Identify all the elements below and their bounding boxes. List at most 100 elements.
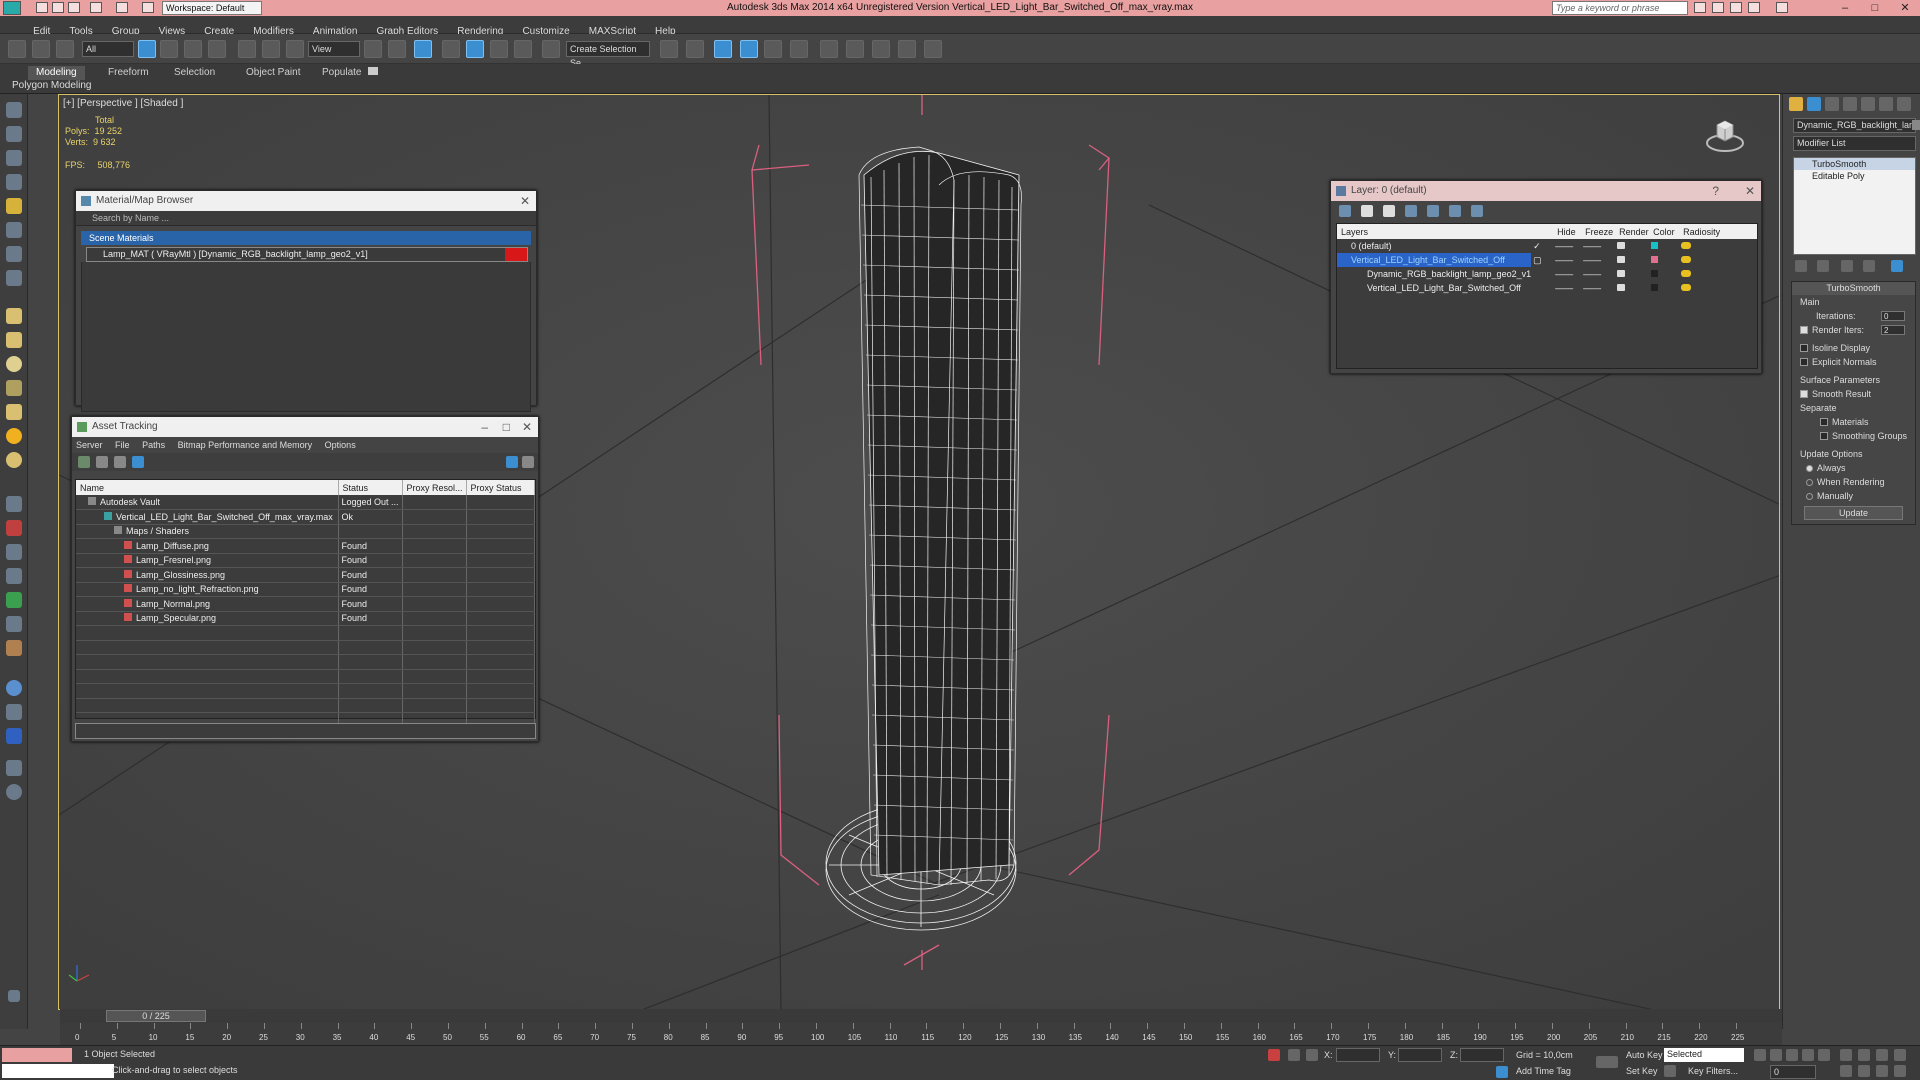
asset-menu-paths[interactable]: Paths — [142, 440, 165, 450]
next-frame-icon[interactable] — [1802, 1049, 1814, 1061]
manually-radio[interactable] — [1806, 493, 1813, 500]
search-keyword-input[interactable]: Type a keyword or phrase — [1552, 1, 1688, 15]
track-bar[interactable]: 0 5 10 15 20 25 30 35 40 45 50 55 60 65 70 75 80 85 90 95 10… — [60, 1023, 1782, 1045]
rectangular-selection-icon[interactable] — [184, 40, 202, 58]
tab-populate[interactable]: Populate — [314, 66, 369, 80]
named-selection-dropdown[interactable]: Create Selection Se — [566, 41, 650, 68]
maximize-button[interactable]: □ — [1860, 0, 1890, 16]
tool-icon-1[interactable] — [6, 102, 22, 118]
select-by-name-icon[interactable] — [160, 40, 178, 58]
column-render[interactable]: Render — [1615, 224, 1650, 239]
layer-row[interactable]: 0 (default) ✓ —— —— — [1337, 239, 1757, 253]
column-proxy-resolution[interactable]: Proxy Resol... — [402, 480, 467, 495]
table-row[interactable]: Lamp_Specular.png Found — [76, 611, 535, 626]
iterations-spinner[interactable]: 0 — [1881, 311, 1905, 321]
unlink-icon[interactable] — [32, 40, 50, 58]
auto-key-button[interactable]: Auto Key — [1626, 1050, 1663, 1060]
delete-layer-icon[interactable] — [1361, 205, 1373, 217]
snap-3d-icon[interactable] — [442, 40, 460, 58]
render-iters-checkbox[interactable] — [1800, 326, 1808, 334]
layer-current-cell[interactable] — [1531, 267, 1553, 281]
layer-render-cell[interactable] — [1615, 281, 1649, 295]
materials-checkbox[interactable] — [1820, 418, 1828, 426]
absolute-mode-icon[interactable] — [1306, 1049, 1318, 1061]
keyboard-shortcut-icon[interactable] — [414, 40, 432, 58]
layer-current-cell[interactable]: ✓ — [1531, 239, 1553, 253]
maximize-icon[interactable]: □ — [503, 417, 510, 437]
field-of-view-icon[interactable] — [1840, 1065, 1852, 1077]
render-iters-spinner[interactable]: 2 — [1881, 325, 1905, 335]
maxscript-input-mini[interactable] — [2, 1064, 114, 1078]
column-name[interactable]: Name — [76, 480, 339, 495]
layer-freeze-cell[interactable]: —— — [1581, 281, 1615, 295]
layer-radiosity-cell[interactable] — [1679, 267, 1757, 281]
material-list-area[interactable] — [81, 262, 531, 412]
reference-coordinate-dropdown[interactable]: View — [308, 41, 360, 57]
render-production-icon[interactable] — [898, 40, 916, 58]
tool-icon-19[interactable] — [6, 568, 22, 584]
layer-manager-icon[interactable] — [714, 40, 732, 58]
layer-render-cell[interactable] — [1615, 267, 1649, 281]
table-row[interactable]: Lamp_Glossiness.png Found — [76, 567, 535, 583]
torus-primitive-icon[interactable] — [6, 380, 22, 396]
add-to-layer-icon[interactable] — [1383, 205, 1395, 217]
layer-color-cell[interactable] — [1649, 267, 1679, 281]
configure-modifier-sets-icon[interactable] — [1891, 260, 1903, 272]
angle-snap-icon[interactable] — [466, 40, 484, 58]
tool-icon-20[interactable] — [6, 592, 22, 608]
list-icon[interactable] — [96, 456, 108, 468]
layer-radiosity-cell[interactable] — [1679, 253, 1757, 267]
tool-icon-8[interactable] — [6, 270, 22, 286]
cylinder-primitive-icon[interactable] — [6, 332, 22, 348]
lock-selection-icon[interactable] — [1288, 1049, 1300, 1061]
tool-icon-7[interactable] — [6, 246, 22, 262]
y-coordinate-field[interactable] — [1398, 1048, 1442, 1062]
table-row[interactable]: Lamp_no_light_Refraction.png Found — [76, 582, 535, 597]
create-tab-icon[interactable] — [1789, 97, 1803, 111]
schematic-view-icon[interactable] — [790, 40, 808, 58]
table-row[interactable]: Lamp_Fresnel.png Found — [76, 553, 535, 568]
previous-frame-icon[interactable] — [1770, 1049, 1782, 1061]
layer-freeze-cell[interactable]: —— — [1581, 253, 1615, 267]
tab-selection[interactable]: Selection — [166, 66, 223, 80]
tools-tab-icon[interactable] — [1897, 97, 1911, 111]
tool-icon-2[interactable] — [6, 126, 22, 142]
material-search-input[interactable]: Search by Name ... — [76, 211, 536, 226]
render-iterative-icon[interactable] — [924, 40, 942, 58]
maximize-viewport-icon[interactable] — [1894, 1065, 1906, 1077]
layer-radiosity-cell[interactable] — [1679, 281, 1757, 295]
display-tab-icon[interactable] — [1861, 97, 1875, 111]
viewport-label[interactable]: [+] [Perspective ] [Shaded ] — [63, 98, 183, 109]
align-icon[interactable] — [686, 40, 704, 58]
zoom-all-icon[interactable] — [1858, 1049, 1870, 1061]
turbosmooth-rollout-title[interactable]: TurboSmooth — [1792, 282, 1915, 295]
curve-editor-icon[interactable] — [764, 40, 782, 58]
layer-render-cell[interactable] — [1615, 239, 1649, 253]
favorites-star-icon[interactable] — [1748, 2, 1760, 13]
layer-name-cell[interactable]: Dynamic_RGB_backlight_lamp_geo2_v1 — [1337, 267, 1531, 281]
tool-icon-21[interactable] — [6, 616, 22, 632]
column-status[interactable]: Status — [338, 480, 403, 495]
sphere-primitive-icon[interactable] — [6, 356, 22, 372]
layer-freeze-cell[interactable]: —— — [1581, 267, 1615, 281]
select-manipulate-icon[interactable] — [388, 40, 406, 58]
when-rendering-radio[interactable] — [1806, 479, 1813, 486]
key-mode-icon[interactable] — [1596, 1056, 1618, 1068]
layer-hide-cell[interactable]: —— — [1553, 267, 1581, 281]
ribbon-options-icon[interactable] — [368, 67, 378, 75]
layer-row[interactable]: Vertical_LED_Light_Bar_Switched_Off —— —— — [1337, 281, 1757, 295]
object-color-swatch[interactable] — [1912, 120, 1920, 130]
table-row[interactable]: Lamp_Diffuse.png Found — [76, 538, 535, 554]
light-icon[interactable] — [6, 428, 22, 444]
go-to-start-icon[interactable] — [1754, 1049, 1766, 1061]
scale-icon[interactable] — [286, 40, 304, 58]
object-name-field[interactable]: Dynamic_RGB_backlight_lamp — [1793, 118, 1916, 133]
rendered-frame-window-icon[interactable] — [872, 40, 890, 58]
tree-icon[interactable] — [114, 456, 126, 468]
tool-icon-25[interactable] — [6, 728, 22, 744]
material-list-item[interactable]: Lamp_MAT ( VRayMtl ) [Dynamic_RGB_backli… — [86, 247, 528, 262]
tool-icon-4[interactable] — [6, 174, 22, 190]
layer-render-cell[interactable] — [1615, 253, 1649, 267]
help-button[interactable]: ? — [1712, 181, 1719, 201]
close-icon[interactable]: ✕ — [522, 417, 532, 437]
